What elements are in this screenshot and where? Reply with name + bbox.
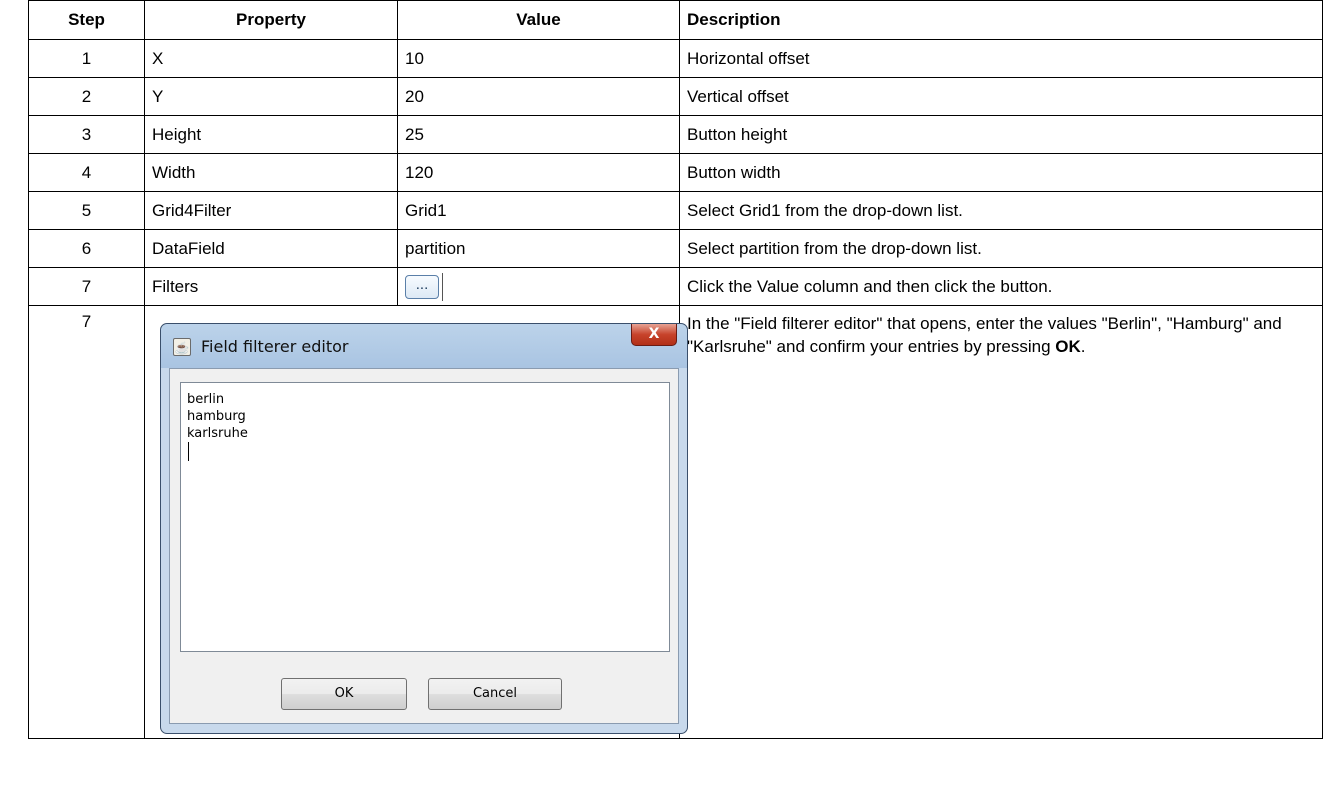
value-cell: Grid1: [397, 191, 680, 230]
dialog-titlebar[interactable]: ☕ Field filterer editor X: [161, 324, 687, 368]
property-cell: Y: [144, 77, 398, 116]
cancel-button[interactable]: Cancel: [428, 678, 562, 710]
java-coffee-icon: ☕: [173, 338, 191, 356]
table-row: 2 Y 20 Vertical offset: [28, 77, 1323, 116]
steps-table: Step Property Value Description 1 X 10 H…: [28, 0, 1323, 739]
table-row: 4 Width 120 Button width: [28, 153, 1323, 192]
step-cell: 6: [28, 229, 145, 268]
text-caret: [188, 442, 189, 461]
table-row: 6 DataField partition Select partition f…: [28, 229, 1323, 268]
property-cell: Height: [144, 115, 398, 154]
table-row: 5 Grid4Filter Grid1 Select Grid1 from th…: [28, 191, 1323, 230]
header-value: Value: [397, 0, 680, 40]
table-row: 7 Filters ... Click the Value column and…: [28, 267, 1323, 306]
filter-values-textarea[interactable]: berlin hamburg karlsruhe: [180, 382, 670, 652]
ellipsis-button[interactable]: ...: [405, 274, 439, 299]
property-cell: Grid4Filter: [144, 191, 398, 230]
header-description: Description: [679, 0, 1323, 40]
description-text: In the "Field filterer editor" that open…: [687, 314, 1282, 356]
description-cell: Click the Value column and then click th…: [679, 267, 1323, 306]
property-cell: Filters: [144, 267, 398, 306]
value-cell: ...: [397, 267, 680, 306]
description-cell: In the "Field filterer editor" that open…: [679, 305, 1323, 739]
ok-button[interactable]: OK: [281, 678, 407, 710]
text-line: hamburg: [187, 409, 246, 424]
step-cell: 5: [28, 191, 145, 230]
dialog-body: berlin hamburg karlsruhe OK Cancel: [169, 368, 679, 724]
step-cell: 7: [28, 305, 145, 739]
text-line: karlsruhe: [187, 426, 248, 441]
property-cell: Width: [144, 153, 398, 192]
table-row: 3 Height 25 Button height: [28, 115, 1323, 154]
header-step: Step: [28, 0, 145, 40]
description-cell: Button height: [679, 115, 1323, 154]
value-cell: 10: [397, 39, 680, 78]
step-cell: 3: [28, 115, 145, 154]
value-cell: 120: [397, 153, 680, 192]
text-line: berlin: [187, 392, 225, 407]
property-cell: X: [144, 39, 398, 78]
description-cell: Horizontal offset: [679, 39, 1323, 78]
header-property: Property: [144, 0, 398, 40]
separator: [442, 272, 443, 301]
description-bold: OK: [1055, 337, 1081, 356]
dialog-title: Field filterer editor: [201, 337, 349, 356]
step-cell: 1: [28, 39, 145, 78]
property-cell: DataField: [144, 229, 398, 268]
value-cell: 20: [397, 77, 680, 116]
close-button[interactable]: X: [631, 324, 677, 346]
value-cell: partition: [397, 229, 680, 268]
description-cell: Select Grid1 from the drop-down list.: [679, 191, 1323, 230]
screenshot-cell: ☕ Field filterer editor X berlin hamburg…: [144, 305, 688, 739]
description-cell: Vertical offset: [679, 77, 1323, 116]
step-cell: 7: [28, 267, 145, 306]
description-suffix: .: [1080, 337, 1086, 356]
description-cell: Select partition from the drop-down list…: [679, 229, 1323, 268]
table-row: 7 ☕ Field filterer editor X berlin hambu…: [28, 305, 1323, 739]
description-cell: Button width: [679, 153, 1323, 192]
table-row: 1 X 10 Horizontal offset: [28, 39, 1323, 78]
step-cell: 4: [28, 153, 145, 192]
step-cell: 2: [28, 77, 145, 116]
header-row: Step Property Value Description: [28, 0, 1323, 40]
value-cell: 25: [397, 115, 680, 154]
field-filterer-dialog: ☕ Field filterer editor X berlin hamburg…: [160, 323, 688, 734]
